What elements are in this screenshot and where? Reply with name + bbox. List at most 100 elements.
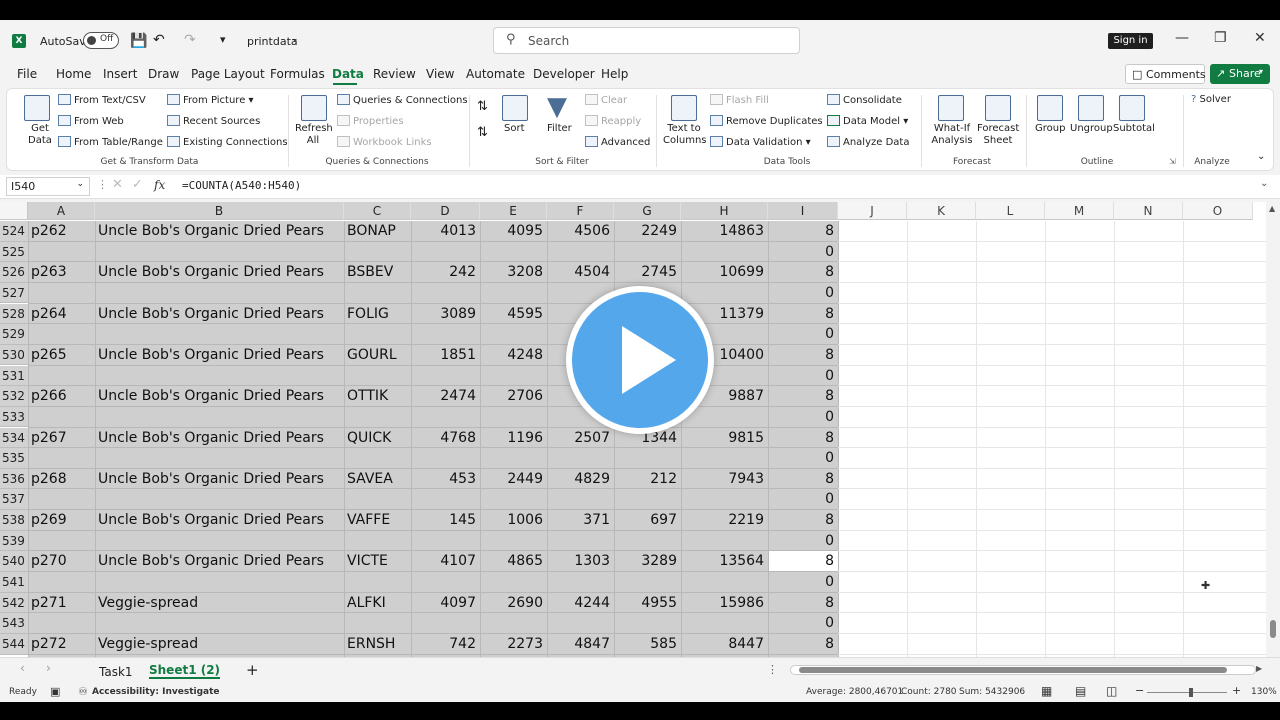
cell-c544[interactable]: ERNSH bbox=[347, 634, 410, 654]
cell-f534[interactable]: 2507 bbox=[547, 428, 610, 448]
text-to-columns-button[interactable]: Text to Columns bbox=[663, 123, 707, 147]
tab-automate[interactable]: Automate bbox=[466, 67, 525, 81]
existing-connections-button[interactable]: Existing Connections bbox=[167, 136, 288, 148]
ribbon-collapse-icon[interactable]: ⌄ bbox=[1257, 151, 1265, 162]
sheet-tab-sheet1-2[interactable]: Sheet1 (2) bbox=[149, 663, 221, 679]
scroll-up-icon[interactable]: ▲ bbox=[1269, 204, 1275, 213]
sign-in-button[interactable]: Sign in bbox=[1108, 33, 1153, 49]
tab-formulas[interactable]: Formulas bbox=[270, 67, 325, 81]
cancel-icon[interactable]: ✕ bbox=[112, 177, 123, 192]
column-header-c[interactable]: C bbox=[344, 202, 411, 220]
cell-h526[interactable]: 10699 bbox=[681, 262, 764, 282]
cell-i534[interactable]: 8 bbox=[768, 428, 834, 448]
filter-button[interactable]: Filter bbox=[547, 123, 572, 134]
cell-c540[interactable]: VICTE bbox=[347, 551, 410, 571]
normal-view-icon[interactable]: ▦ bbox=[1041, 684, 1052, 698]
cell-b542[interactable]: Veggie-spread bbox=[98, 593, 343, 613]
column-header-g[interactable]: G bbox=[614, 202, 681, 220]
row-header[interactable]: 536 bbox=[0, 468, 28, 490]
subtotal-button[interactable]: Subtotal bbox=[1113, 123, 1155, 134]
cell-d526[interactable]: 242 bbox=[411, 262, 476, 282]
cell-e536[interactable]: 2449 bbox=[480, 469, 543, 489]
what-if-analysis-button[interactable]: What-If Analysis bbox=[929, 123, 975, 147]
cell-e528[interactable]: 4595 bbox=[480, 304, 543, 324]
name-box[interactable]: I540 ⌄ bbox=[6, 177, 90, 196]
row-header[interactable]: 527 bbox=[0, 282, 28, 304]
cell-i541[interactable]: 0 bbox=[768, 572, 834, 592]
cell-i538[interactable]: 8 bbox=[768, 510, 834, 530]
cell-b530[interactable]: Uncle Bob's Organic Dried Pears bbox=[98, 345, 343, 365]
row-header[interactable]: 539 bbox=[0, 530, 28, 552]
workbook-links-button[interactable]: Workbook Links bbox=[337, 136, 432, 148]
cell-a538[interactable]: p269 bbox=[31, 510, 94, 530]
cell-f542[interactable]: 4244 bbox=[547, 593, 610, 613]
formula-input[interactable]: =COUNTA(A540:H540) bbox=[182, 179, 301, 192]
cell-i525[interactable]: 0 bbox=[768, 242, 834, 262]
share-button[interactable]: ↗ Share ▾ bbox=[1210, 64, 1270, 84]
cell-a534[interactable]: p267 bbox=[31, 428, 94, 448]
close-icon[interactable]: ✕ bbox=[1254, 30, 1266, 46]
expand-formula-bar-icon[interactable]: ⌄ bbox=[1260, 178, 1268, 189]
cell-b524[interactable]: Uncle Bob's Organic Dried Pears bbox=[98, 221, 343, 241]
reapply-button[interactable]: Reapply bbox=[585, 115, 641, 127]
cell-d530[interactable]: 1851 bbox=[411, 345, 476, 365]
cell-c542[interactable]: ALFKI bbox=[347, 593, 410, 613]
cell-a542[interactable]: p271 bbox=[31, 593, 94, 613]
zoom-level[interactable]: 130% bbox=[1251, 687, 1277, 697]
ungroup-icon[interactable] bbox=[1078, 95, 1104, 121]
advanced-button[interactable]: Advanced bbox=[585, 136, 650, 148]
horizontal-scroll-thumb[interactable] bbox=[799, 667, 1227, 673]
row-header[interactable]: 526 bbox=[0, 262, 28, 283]
get-data-icon[interactable] bbox=[24, 95, 50, 121]
cell-i533[interactable]: 0 bbox=[768, 407, 834, 427]
cell-f526[interactable]: 4504 bbox=[547, 262, 610, 282]
cell-d540[interactable]: 4107 bbox=[411, 551, 476, 571]
cell-c538[interactable]: VAFFE bbox=[347, 510, 410, 530]
tab-help[interactable]: Help bbox=[601, 67, 628, 81]
outline-settings-icon[interactable]: ⇲ bbox=[1169, 157, 1176, 166]
cell-d536[interactable]: 453 bbox=[411, 469, 476, 489]
cell-i526[interactable]: 8 bbox=[768, 262, 834, 282]
page-break-view-icon[interactable]: ◫ bbox=[1106, 684, 1117, 698]
cell-i542[interactable]: 8 bbox=[768, 593, 834, 613]
cell-d544[interactable]: 742 bbox=[411, 634, 476, 654]
cell-a524[interactable]: p262 bbox=[31, 221, 94, 241]
column-header-l[interactable]: L bbox=[976, 202, 1045, 220]
filter-icon[interactable]: ▼ bbox=[547, 94, 567, 120]
cell-d528[interactable]: 3089 bbox=[411, 304, 476, 324]
cell-b532[interactable]: Uncle Bob's Organic Dried Pears bbox=[98, 386, 343, 406]
row-header[interactable]: 543 bbox=[0, 613, 28, 634]
cell-g538[interactable]: 697 bbox=[614, 510, 677, 530]
add-sheet-button[interactable]: + bbox=[246, 661, 259, 679]
properties-button[interactable]: Properties bbox=[337, 115, 404, 127]
cell-i530[interactable]: 8 bbox=[768, 345, 834, 365]
page-layout-view-icon[interactable]: ▤ bbox=[1075, 684, 1086, 698]
row-header[interactable]: 530 bbox=[0, 344, 28, 366]
cell-i537[interactable]: 0 bbox=[768, 489, 834, 509]
tab-file[interactable]: File bbox=[17, 67, 37, 81]
tab-review[interactable]: Review bbox=[373, 67, 416, 81]
accessibility-status[interactable]: Accessibility: Investigate bbox=[92, 687, 220, 697]
refresh-all-icon[interactable] bbox=[301, 95, 327, 121]
cell-h536[interactable]: 7943 bbox=[681, 469, 764, 489]
next-sheet-icon[interactable]: › bbox=[46, 661, 51, 675]
refresh-all-button[interactable]: Refresh All bbox=[295, 123, 333, 147]
cell-h540[interactable]: 13564 bbox=[681, 551, 764, 571]
row-header[interactable]: 534 bbox=[0, 427, 28, 449]
cell-d538[interactable]: 145 bbox=[411, 510, 476, 530]
cell-i529[interactable]: 0 bbox=[768, 324, 834, 344]
restore-icon[interactable]: ❐ bbox=[1214, 30, 1227, 46]
cell-b526[interactable]: Uncle Bob's Organic Dried Pears bbox=[98, 262, 343, 282]
cell-e526[interactable]: 3208 bbox=[480, 262, 543, 282]
cell-c528[interactable]: FOLIG bbox=[347, 304, 410, 324]
cell-e542[interactable]: 2690 bbox=[480, 593, 543, 613]
queries-connections-button[interactable]: Queries & Connections bbox=[337, 94, 468, 106]
data-validation-button[interactable]: Data Validation ▾ bbox=[710, 136, 811, 148]
cell-i527[interactable]: 0 bbox=[768, 283, 834, 303]
enter-icon[interactable]: ✓ bbox=[132, 177, 143, 192]
sheet-options-icon[interactable]: ⋮ bbox=[767, 663, 778, 676]
cell-c534[interactable]: QUICK bbox=[347, 428, 410, 448]
insert-function-icon[interactable]: fx bbox=[154, 178, 165, 192]
cell-g524[interactable]: 2249 bbox=[614, 221, 677, 241]
cell-e534[interactable]: 1196 bbox=[480, 428, 543, 448]
